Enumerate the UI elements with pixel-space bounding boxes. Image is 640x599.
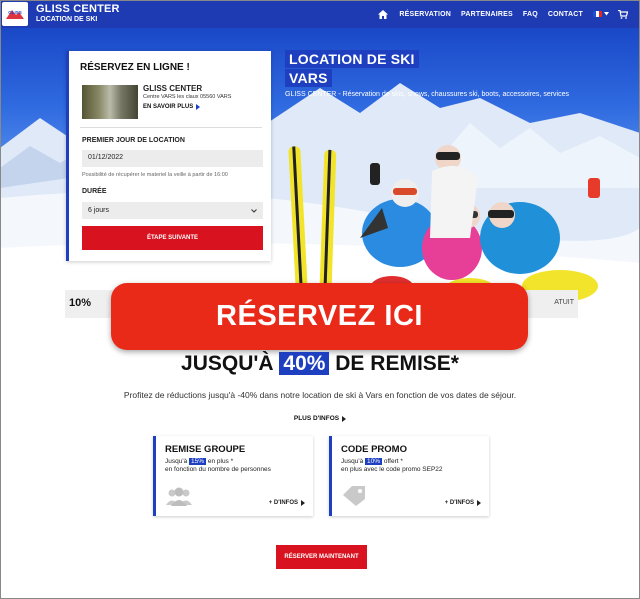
- svg-text:GLISS: GLISS: [8, 10, 22, 15]
- duration-label: DURÉE: [82, 188, 107, 195]
- cart-icon[interactable]: [614, 5, 632, 23]
- promo-strip-left: 10%: [69, 297, 92, 309]
- divider: [80, 127, 262, 128]
- headline-pre: JUSQU'À: [181, 352, 274, 375]
- group-discount-card: REMISE GROUPE Jusqu'à 15% en plus * en f…: [153, 436, 313, 516]
- promo-code-text: Jusqu'à 10% offert * en plus avec le cod…: [341, 458, 443, 474]
- promo-code-post: offert *: [383, 458, 403, 465]
- pickup-hint: Possibilité de récupérer le materiel la …: [82, 172, 228, 178]
- booking-title: RÉSERVEZ EN LIGNE !: [80, 62, 190, 73]
- discount-headline: JUSQU'À 40% DE REMISE*: [0, 352, 640, 376]
- group-discount-text: Jusqu'à 15% en plus * en fonction du nom…: [165, 458, 271, 474]
- promo-code-badge: 10%: [365, 458, 383, 465]
- booking-card: RÉSERVEZ EN LIGNE ! GLISS CENTER Centre …: [66, 51, 271, 261]
- group-discount-pre: Jusqu'à: [165, 458, 188, 465]
- arrow-right-icon: [342, 415, 347, 422]
- flag-fr-icon: [593, 11, 602, 17]
- discount-description: Profitez de réductions jusqu'à -40% dans…: [123, 390, 517, 400]
- nav-faq[interactable]: FAQ: [518, 11, 543, 18]
- shop-more-link[interactable]: EN SAVOIR PLUS: [143, 104, 201, 110]
- main-nav: RÉSERVATION PARTENAIRES FAQ CONTACT: [374, 0, 634, 28]
- group-discount-line2: en fonction du nombre de personnes: [165, 466, 271, 473]
- arrow-right-icon: [477, 500, 481, 506]
- duration-value: 6 jours: [88, 207, 110, 214]
- arrow-right-icon: [301, 500, 305, 506]
- nav-partenaires[interactable]: PARTENAIRES: [456, 11, 518, 18]
- duration-select[interactable]: 6 jours: [82, 202, 263, 219]
- reserve-here-button[interactable]: RÉSERVEZ ICI: [111, 283, 528, 350]
- logo-icon: GLISS: [6, 10, 24, 19]
- headline-post: DE REMISE*: [335, 352, 459, 375]
- more-info-label: PLUS D'INFOS: [293, 415, 340, 422]
- nav-contact[interactable]: CONTACT: [543, 11, 588, 18]
- next-step-button[interactable]: ÉTAPE SUIVANTE: [82, 226, 263, 250]
- shop-more-label: EN SAVOIR PLUS: [143, 104, 194, 110]
- promo-code-pre: Jusqu'à: [341, 458, 364, 465]
- gliss-center-logo[interactable]: GLISS: [2, 2, 28, 26]
- nav-reservation[interactable]: RÉSERVATION: [394, 11, 456, 18]
- promo-code-card: CODE PROMO Jusqu'à 10% offert * en plus …: [329, 436, 489, 516]
- group-discount-title: REMISE GROUPE: [165, 444, 246, 455]
- group-discount-badge: 15%: [189, 458, 207, 465]
- first-day-label: PREMIER JOUR DE LOCATION: [82, 137, 185, 144]
- brand-line2: LOCATION DE SKI: [36, 16, 98, 23]
- promo-strip-right: ATUIT: [554, 299, 574, 306]
- group-discount-post: en plus *: [207, 458, 234, 465]
- brand-name[interactable]: GLISS CENTER LOCATION DE SKI: [36, 3, 120, 24]
- hero-title-line2: VARS: [285, 69, 332, 87]
- promo-code-line2: en plus avec le code promo SEP22: [341, 466, 443, 473]
- more-info-link[interactable]: PLUS D'INFOS: [0, 415, 640, 422]
- hero-title-line1: LOCATION DE SKI: [285, 50, 419, 68]
- promo-code-info-link[interactable]: + D'INFOS: [445, 500, 481, 506]
- hero-subtitle: GLISS CENTER - Réservation de skis, snow…: [285, 91, 569, 98]
- shop-address: Centre VARS les claux 05560 VARS: [143, 94, 232, 100]
- promo-code-title: CODE PROMO: [341, 444, 407, 455]
- arrow-right-icon: [196, 104, 201, 110]
- top-navigation-bar: GLISS GLISS CENTER LOCATION DE SKI RÉSER…: [0, 0, 640, 28]
- hero-title: LOCATION DE SKI VARS: [285, 50, 419, 88]
- shop-name: GLISS CENTER: [143, 84, 203, 93]
- first-day-input[interactable]: 01/12/2022: [82, 150, 263, 167]
- promo-code-info-label: + D'INFOS: [444, 500, 474, 506]
- group-icon: [166, 487, 192, 506]
- headline-highlight: 40%: [279, 352, 330, 375]
- tag-icon: [343, 486, 365, 506]
- chevron-down-icon: [251, 208, 257, 213]
- shop-photo: [82, 85, 138, 119]
- home-icon[interactable]: [374, 5, 392, 23]
- language-selector[interactable]: [588, 11, 614, 17]
- group-discount-info-link[interactable]: + D'INFOS: [269, 500, 305, 506]
- reserve-now-button[interactable]: RÉSERVER MAINTENANT: [276, 545, 367, 569]
- brand-line1: GLISS CENTER: [36, 3, 120, 15]
- chevron-down-icon: [604, 12, 609, 16]
- group-discount-info-label: + D'INFOS: [268, 500, 298, 506]
